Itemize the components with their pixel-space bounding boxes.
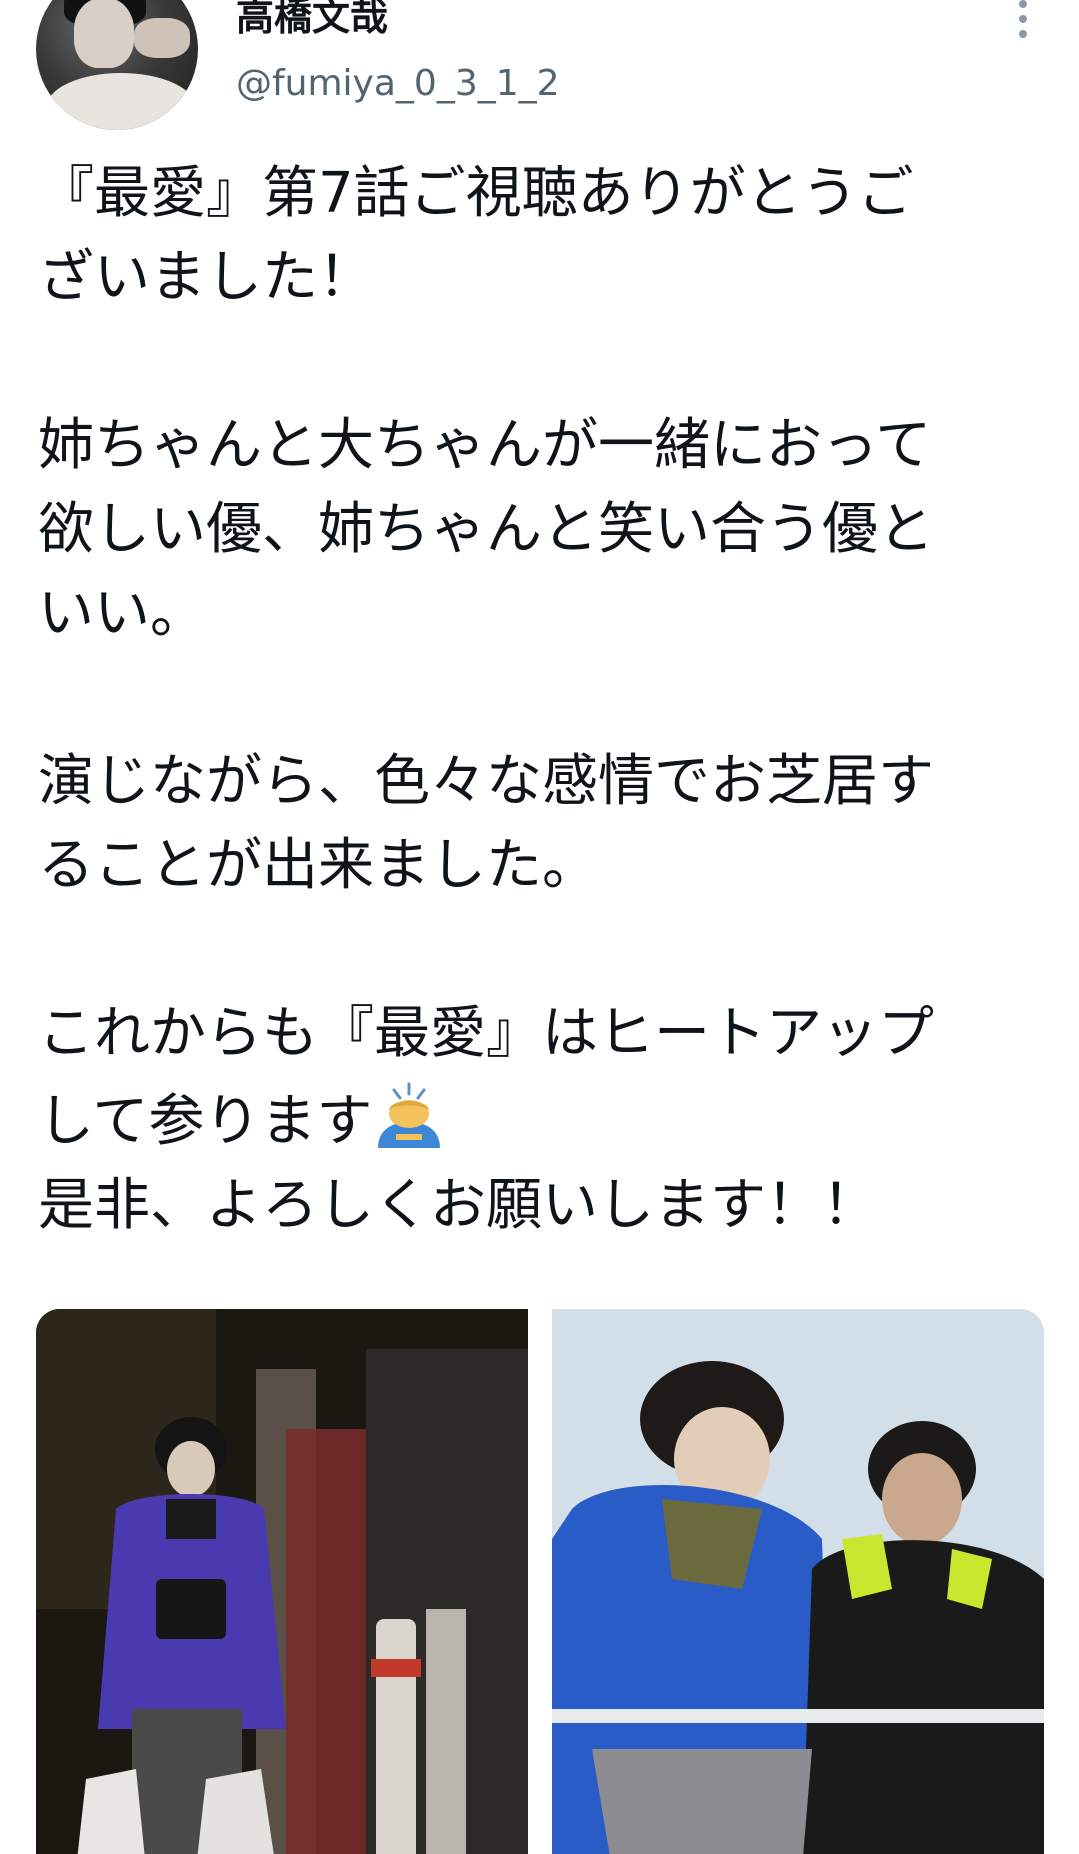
tweet-paragraph: 姉ちゃんと大ちゃんが一緒におって 欲しい優、姉ちゃんと笑い合う優と いい。	[38, 404, 1048, 656]
tweet-line: 是非、よろしくお願いします！！	[38, 1173, 878, 1238]
tweet-line-text: して参ります	[38, 1089, 373, 1154]
tweet-line: 演じながら、色々な感情でお芝居す	[38, 749, 934, 814]
photo-left[interactable]	[36, 1309, 528, 1854]
tweet-line: これからも『最愛』はヒートアップ	[38, 1001, 934, 1066]
tweet-paragraph: 『最愛』第7話ご視聴ありがとうご ざいました！	[38, 152, 1048, 320]
avatar-hand	[134, 18, 190, 58]
tweet-line: ることが出来ました。	[38, 833, 598, 898]
tweet-text: 『最愛』第7話ご視聴ありがとうご ざいました！ 姉ちゃんと大ちゃんが一緒におって…	[38, 152, 1048, 1248]
more-vertical-icon[interactable]	[1005, 0, 1041, 44]
avatar-face	[74, 0, 134, 68]
man-bowing-emoji	[378, 1082, 441, 1148]
photo-right[interactable]	[552, 1309, 1044, 1854]
tweet-paragraph: これからも『最愛』はヒートアップ して参ります 是非、よろしくお願いします！！	[38, 992, 1048, 1248]
tweet-header: 高橋文哉 @fumiya_0_3_1_2	[0, 0, 1079, 140]
avatar[interactable]	[36, 0, 198, 130]
more-dot	[1019, 15, 1027, 23]
photo-right-art	[552, 1309, 1044, 1854]
tweet-paragraph: 演じながら、色々な感情でお芝居す ることが出来ました。	[38, 740, 1048, 908]
media-grid	[36, 1309, 1044, 1854]
tweet-line: 欲しい優、姉ちゃんと笑い合う優と	[38, 497, 934, 562]
tweet-line: いい。	[38, 581, 206, 646]
tweet-line-with-emoji: して参ります	[38, 1076, 1048, 1164]
more-dot	[1019, 30, 1027, 38]
avatar-shirt	[46, 73, 196, 130]
user-handle[interactable]: @fumiya_0_3_1_2	[236, 62, 560, 106]
tweet-line: 『最愛』第7話ご視聴ありがとうご	[38, 161, 914, 226]
tweet-line: ざいました！	[38, 245, 374, 310]
photo-left-art	[36, 1309, 528, 1854]
tweet-line: 姉ちゃんと大ちゃんが一緒におって	[38, 413, 932, 478]
more-dot	[1019, 0, 1027, 8]
display-name[interactable]: 高橋文哉	[236, 0, 388, 40]
